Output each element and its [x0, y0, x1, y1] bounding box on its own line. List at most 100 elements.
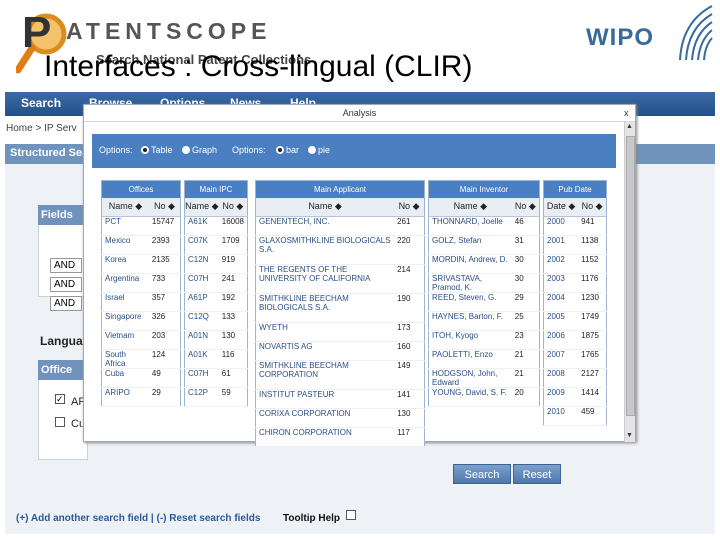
- pubdate-name-link[interactable]: 2002: [543, 254, 579, 274]
- inventor-name-link[interactable]: GOLZ, Stefan: [428, 235, 512, 255]
- close-icon[interactable]: x: [624, 108, 629, 118]
- offices-name-link[interactable]: Argentina: [101, 273, 149, 293]
- search-button[interactable]: Search: [453, 464, 511, 484]
- applicant-header-name[interactable]: Name ◆: [255, 197, 395, 217]
- inventor-name-link[interactable]: HODGSON, John, Edward: [428, 368, 512, 388]
- radio-icon: [141, 146, 149, 154]
- breadcrumb[interactable]: Home > IP Serv: [6, 123, 77, 134]
- offices-header-count[interactable]: No ◆: [148, 197, 181, 217]
- ipc-header-name[interactable]: Name ◆: [184, 197, 219, 217]
- ipc-name-link[interactable]: A01N: [184, 330, 219, 350]
- office-checkbox-2[interactable]: [55, 417, 65, 427]
- dialog-scrollbar[interactable]: ▲ ▼: [624, 122, 635, 442]
- ipc-header-count[interactable]: No ◆: [218, 197, 248, 217]
- applicant-row: WYETH 173: [255, 322, 425, 342]
- pubdate-name-link[interactable]: 2004: [543, 292, 579, 312]
- pubdate-name-link[interactable]: 2007: [543, 349, 579, 369]
- applicant-row: SMITHKLINE BEECHAM CORPORATION 149: [255, 360, 425, 390]
- inventor-name-link[interactable]: ITOH, Kyogo: [428, 330, 512, 350]
- operator-select-3[interactable]: AND: [50, 296, 82, 311]
- pubdate-name-link[interactable]: 2006: [543, 330, 579, 350]
- pubdate-name-link[interactable]: 2001: [543, 235, 579, 255]
- scroll-down-icon[interactable]: ▼: [626, 432, 633, 439]
- ipc-name-link[interactable]: C12N: [184, 254, 219, 274]
- pubdate-count: 1414: [578, 387, 607, 407]
- applicant-name-link[interactable]: CORIXA CORPORATION: [255, 408, 395, 428]
- offices-header-name[interactable]: Name ◆: [101, 197, 149, 217]
- ipc-name-link[interactable]: A61K: [184, 216, 219, 236]
- applicant-count: 190: [394, 293, 425, 323]
- offices-name-link[interactable]: Cuba: [101, 368, 149, 388]
- ipc-row: A01N 130: [184, 330, 248, 350]
- offices-table: Offices Name ◆ No ◆ PCT 15747 Mexico 2393 Korea…: [101, 180, 181, 407]
- applicant-name-link[interactable]: INSTITUT PASTEUR: [255, 389, 395, 409]
- pubdate-name-link[interactable]: 2008: [543, 368, 579, 388]
- ipc-name-link[interactable]: C07K: [184, 235, 219, 255]
- pubdate-name-link[interactable]: 2005: [543, 311, 579, 331]
- operator-select-2[interactable]: AND: [50, 277, 82, 292]
- radio-graph[interactable]: Graph: [182, 145, 217, 155]
- pubdate-table: Pub Date Date ◆ No ◆ 2000 941 2001 1138 2002 115…: [543, 180, 607, 426]
- ipc-name-link[interactable]: C07H: [184, 368, 219, 388]
- operator-select-1[interactable]: AND: [50, 258, 82, 273]
- applicant-name-link[interactable]: WYETH: [255, 322, 395, 342]
- scroll-thumb[interactable]: [626, 136, 635, 416]
- applicant-name-link[interactable]: SMITHKLINE BEECHAM CORPORATION: [255, 360, 395, 390]
- field-links[interactable]: (+) Add another search field | (-) Reset…: [16, 513, 260, 524]
- ipc-name-link[interactable]: A61P: [184, 292, 219, 312]
- offices-name-link[interactable]: Singapore: [101, 311, 149, 331]
- radio-table[interactable]: Table: [141, 145, 173, 155]
- applicant-row: INSTITUT PASTEUR 141: [255, 389, 425, 409]
- nav-search[interactable]: Search: [21, 96, 61, 110]
- inventor-header-name[interactable]: Name ◆: [428, 197, 512, 217]
- offices-name-link[interactable]: PCT: [101, 216, 149, 236]
- inventor-name-link[interactable]: PAOLETTI, Enzo: [428, 349, 512, 369]
- pubdate-name-link[interactable]: 2003: [543, 273, 579, 293]
- offices-name-link[interactable]: South Africa: [101, 349, 149, 369]
- offices-count: 203: [148, 330, 181, 350]
- applicant-name-link[interactable]: NOVARTIS AG: [255, 341, 395, 361]
- pubdate-header-count[interactable]: No ◆: [578, 197, 607, 217]
- reset-button[interactable]: Reset: [513, 464, 561, 484]
- pubdate-name-link[interactable]: 2009: [543, 387, 579, 407]
- pubdate-count: 1152: [578, 254, 607, 274]
- inventor-name-link[interactable]: REED, Steven, G.: [428, 292, 512, 312]
- applicant-name-link[interactable]: THE REGENTS OF THE UNIVERSITY OF CALIFOR…: [255, 264, 395, 294]
- inventor-name-link[interactable]: THONNARD, Joelle: [428, 216, 512, 236]
- inventor-name-link[interactable]: MORDIN, Andrew, D.: [428, 254, 512, 274]
- inventor-name-link[interactable]: SRIVASTAVA, Pramod, K.: [428, 273, 512, 293]
- radio-bar[interactable]: bar: [276, 145, 299, 155]
- offices-row: PCT 15747: [101, 216, 181, 236]
- inventor-name-link[interactable]: HAYNES, Barton, F.: [428, 311, 512, 331]
- offices-name-link[interactable]: Israel: [101, 292, 149, 312]
- offices-name-link[interactable]: Vietnam: [101, 330, 149, 350]
- offices-count: 29: [148, 387, 181, 407]
- applicant-name-link[interactable]: SMITHKLINE BEECHAM BIOLOGICALS S.A.: [255, 293, 395, 323]
- options-label-2: Options:: [232, 145, 266, 155]
- inventor-name-link[interactable]: YOUNG, David, S. F.: [428, 387, 512, 407]
- applicant-count: 160: [394, 341, 425, 361]
- offices-name-link[interactable]: Mexico: [101, 235, 149, 255]
- applicant-name-link[interactable]: CHIRON CORPORATION: [255, 427, 395, 447]
- radio-pie[interactable]: pie: [308, 145, 330, 155]
- scroll-up-icon[interactable]: ▲: [626, 123, 633, 130]
- inventor-count: 30: [511, 254, 540, 274]
- pubdate-name-link[interactable]: 2010: [543, 406, 579, 426]
- pubdate-name-link[interactable]: 2000: [543, 216, 579, 236]
- ipc-name-link[interactable]: A01K: [184, 349, 219, 369]
- applicant-header-count[interactable]: No ◆: [394, 197, 425, 217]
- tooltip-help-checkbox[interactable]: [346, 510, 356, 520]
- inventor-count: 31: [511, 235, 540, 255]
- ipc-name-link[interactable]: C07H: [184, 273, 219, 293]
- office-checkbox-1[interactable]: ✓: [55, 394, 65, 404]
- ipc-name-link[interactable]: C12P: [184, 387, 219, 407]
- pubdate-row: 2002 1152: [543, 254, 607, 274]
- offices-name-link[interactable]: Korea: [101, 254, 149, 274]
- inventor-header-count[interactable]: No ◆: [511, 197, 540, 217]
- offices-name-link[interactable]: ARIPO: [101, 387, 149, 407]
- ipc-name-link[interactable]: C12Q: [184, 311, 219, 331]
- pubdate-header-name[interactable]: Date ◆: [543, 197, 579, 217]
- applicant-name-link[interactable]: GLAXOSMITHKLINE BIOLOGICALS S.A.: [255, 235, 395, 265]
- offices-count: 15747: [148, 216, 181, 236]
- applicant-name-link[interactable]: GENENTECH, INC.: [255, 216, 395, 236]
